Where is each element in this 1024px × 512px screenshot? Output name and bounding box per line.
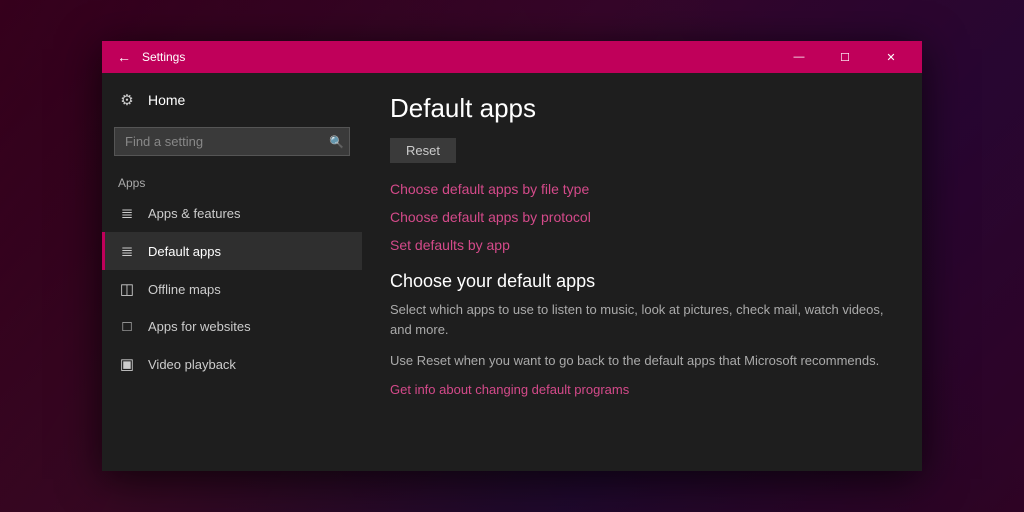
link-protocol[interactable]: Choose default apps by protocol xyxy=(390,209,894,225)
sidebar-item-offline-maps[interactable]: ◫ Offline maps xyxy=(102,270,362,308)
window-title: Settings xyxy=(142,50,776,64)
sidebar-item-label: Video playback xyxy=(148,357,236,372)
sidebar: ⚙ Home 🔍 Apps ≣ Apps & features ≣ Defaul… xyxy=(102,73,362,471)
minimize-button[interactable]: — xyxy=(776,41,822,73)
section-title: Choose your default apps xyxy=(390,271,894,292)
sidebar-item-apps-websites[interactable]: □ Apps for websites xyxy=(102,308,362,345)
sidebar-item-label: Offline maps xyxy=(148,282,221,297)
link-file-type[interactable]: Choose default apps by file type xyxy=(390,181,894,197)
sidebar-item-label: Apps & features xyxy=(148,206,241,221)
home-label: Home xyxy=(148,92,185,108)
content-area: ⚙ Home 🔍 Apps ≣ Apps & features ≣ Defaul… xyxy=(102,73,922,471)
video-playback-icon: ▣ xyxy=(118,355,136,373)
section-desc: Select which apps to use to listen to mu… xyxy=(390,300,894,339)
home-icon: ⚙ xyxy=(118,91,136,109)
apps-section-label: Apps xyxy=(102,164,362,194)
search-container: 🔍 xyxy=(114,127,350,156)
main-panel: Default apps Reset Choose default apps b… xyxy=(362,73,922,471)
link-set-defaults[interactable]: Set defaults by app xyxy=(390,237,894,253)
page-title: Default apps xyxy=(390,93,894,124)
sidebar-item-video-playback[interactable]: ▣ Video playback xyxy=(102,345,362,383)
sidebar-item-label: Apps for websites xyxy=(148,319,251,334)
settings-window: ← Settings — ☐ ✕ ⚙ Home 🔍 Apps ≣ Apps & … xyxy=(102,41,922,471)
apps-features-icon: ≣ xyxy=(118,204,136,222)
sidebar-item-apps-features[interactable]: ≣ Apps & features xyxy=(102,194,362,232)
info-link[interactable]: Get info about changing default programs xyxy=(390,382,629,397)
sidebar-home[interactable]: ⚙ Home xyxy=(102,81,362,119)
window-controls: — ☐ ✕ xyxy=(776,41,914,73)
titlebar: ← Settings — ☐ ✕ xyxy=(102,41,922,73)
reset-button[interactable]: Reset xyxy=(390,138,456,163)
section-note: Use Reset when you want to go back to th… xyxy=(390,351,894,371)
close-button[interactable]: ✕ xyxy=(868,41,914,73)
apps-websites-icon: □ xyxy=(118,318,136,335)
search-icon[interactable]: 🔍 xyxy=(329,135,344,149)
maximize-button[interactable]: ☐ xyxy=(822,41,868,73)
search-input[interactable] xyxy=(114,127,350,156)
back-button[interactable]: ← xyxy=(110,43,138,71)
sidebar-item-label: Default apps xyxy=(148,244,221,259)
default-apps-icon: ≣ xyxy=(118,242,136,260)
offline-maps-icon: ◫ xyxy=(118,280,136,298)
sidebar-item-default-apps[interactable]: ≣ Default apps xyxy=(102,232,362,270)
